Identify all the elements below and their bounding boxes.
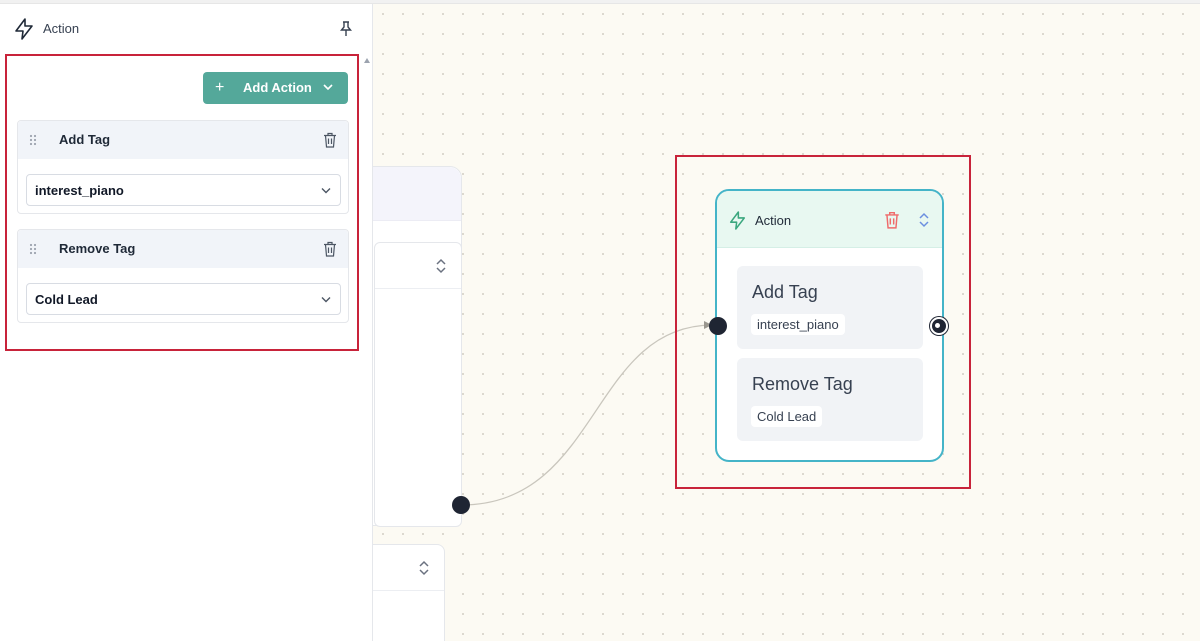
action-node-header: Action — [717, 191, 942, 248]
node-card-title: Add Tag — [752, 282, 818, 302]
tag-select-value: interest_piano — [35, 183, 124, 198]
trash-icon[interactable] — [323, 241, 337, 257]
source-handle[interactable] — [452, 496, 470, 514]
node-card-tag: interest_piano — [751, 314, 845, 335]
drag-handle-icon[interactable] — [29, 134, 37, 146]
plus-icon: + — [215, 79, 225, 96]
action-node[interactable]: Action Add Tag interest_piano Remove Tag… — [715, 189, 944, 462]
add-action-button[interactable]: + Add Action — [203, 72, 348, 104]
trash-icon[interactable] — [323, 132, 337, 148]
action-item-header: Remove Tag — [18, 230, 348, 268]
node-card-add-tag[interactable]: Add Tag interest_piano — [737, 266, 923, 349]
scroll-up-arrow[interactable] — [364, 58, 370, 63]
node-card-title: Remove Tag — [752, 374, 853, 394]
action-item-add-tag[interactable]: Add Tag interest_piano — [17, 120, 349, 214]
tag-select[interactable]: Cold Lead — [26, 283, 341, 315]
target-handle[interactable] — [709, 317, 727, 335]
sidebar-title: Action — [43, 21, 80, 36]
node-card-remove-tag[interactable]: Remove Tag Cold Lead — [737, 358, 923, 441]
pin-icon[interactable] — [340, 21, 352, 37]
action-item-remove-tag[interactable]: Remove Tag Cold Lead — [17, 229, 349, 323]
chevron-down-icon[interactable] — [321, 296, 331, 303]
sidebar-header: Action — [0, 4, 373, 50]
tag-select[interactable]: interest_piano — [26, 174, 341, 206]
action-node-title: Action — [755, 213, 792, 228]
tag-select-value: Cold Lead — [35, 292, 98, 307]
lightning-bolt-icon — [15, 18, 33, 40]
chevron-down-icon[interactable] — [321, 187, 331, 194]
up-down-icon[interactable] — [918, 212, 930, 228]
action-item-header: Add Tag — [18, 121, 348, 159]
output-handle-dot — [935, 323, 940, 328]
output-handle[interactable] — [930, 317, 948, 335]
chevron-down-icon[interactable] — [323, 83, 333, 91]
node-card-tag: Cold Lead — [751, 406, 823, 427]
trash-icon[interactable] — [884, 211, 900, 229]
drag-handle-icon[interactable] — [29, 243, 37, 255]
action-item-label: Remove Tag — [59, 241, 136, 256]
action-item-label: Add Tag — [59, 132, 111, 147]
lightning-bolt-icon — [729, 211, 746, 230]
add-action-label: Add Action — [243, 80, 312, 95]
